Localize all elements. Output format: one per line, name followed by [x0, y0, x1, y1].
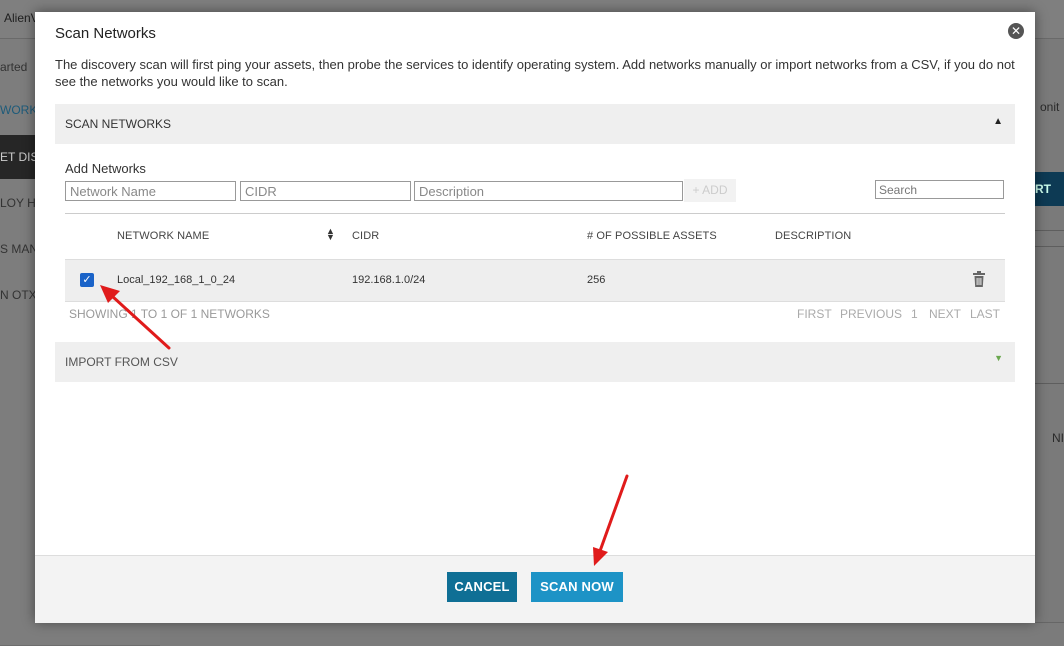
table-row[interactable]: ✓ Local_192_168_1_0_24 192.168.1.0/24 25…	[65, 259, 1005, 302]
background-divider	[1035, 246, 1064, 247]
scan-networks-dialog: Scan Networks ✕ The discovery scan will …	[35, 12, 1035, 623]
row-checkbox[interactable]: ✓	[80, 273, 94, 287]
pager-previous[interactable]: PREVIOUS	[840, 307, 902, 321]
cell-network-name: Local_192_168_1_0_24	[117, 274, 236, 286]
column-header-network-name[interactable]: NETWORK NAME	[117, 230, 209, 242]
background-heading-fragment: onit	[1040, 100, 1060, 114]
background-footer	[160, 622, 1064, 646]
dialog-footer: CANCEL SCAN NOW	[35, 555, 1035, 623]
app-brand: AlienV	[4, 11, 39, 25]
background-divider	[1035, 383, 1064, 384]
dialog-title: Scan Networks	[55, 25, 156, 42]
network-name-input[interactable]	[65, 181, 236, 201]
cell-cidr: 192.168.1.0/24	[352, 274, 426, 286]
dialog-intro-text: The discovery scan will first ping your …	[55, 57, 1015, 89]
section-label: IMPORT FROM CSV	[65, 355, 178, 369]
pager-first[interactable]: FIRST	[797, 307, 832, 321]
pager-last[interactable]: LAST	[970, 307, 1000, 321]
search-input[interactable]	[875, 180, 1004, 199]
pager-page-1[interactable]: 1	[911, 307, 918, 321]
background-column-fragment: NI	[1052, 431, 1064, 445]
close-icon[interactable]: ✕	[1008, 23, 1024, 39]
column-header-description[interactable]: DESCRIPTION	[775, 230, 851, 242]
caret-down-icon: ▼	[994, 353, 1003, 363]
column-header-cidr[interactable]: CIDR	[352, 230, 379, 242]
pagination-summary: SHOWING 1 TO 1 OF 1 NETWORKS	[69, 307, 270, 321]
background-action-button[interactable]: RT FR	[1035, 172, 1064, 206]
caret-up-icon: ▲	[993, 116, 1003, 127]
description-input[interactable]	[414, 181, 683, 201]
add-networks-label: Add Networks	[65, 161, 146, 176]
add-network-button[interactable]: + ADD	[684, 179, 736, 202]
table-top-divider	[65, 213, 1005, 214]
sort-icon[interactable]: ▲ ▼	[326, 227, 335, 242]
import-csv-section-header[interactable]: IMPORT FROM CSV ▼	[55, 342, 1015, 382]
trash-icon[interactable]	[973, 271, 985, 287]
cancel-button[interactable]: CANCEL	[447, 572, 517, 602]
cidr-input[interactable]	[240, 181, 411, 201]
section-label: SCAN NETWORKS	[65, 117, 172, 131]
scan-now-button[interactable]: SCAN NOW	[531, 572, 623, 602]
cell-possible-assets: 256	[587, 274, 606, 286]
pager-next[interactable]: NEXT	[929, 307, 961, 321]
background-divider	[1035, 230, 1064, 231]
column-header-possible-assets[interactable]: # OF POSSIBLE ASSETS	[587, 230, 717, 242]
scan-networks-section-header[interactable]: SCAN NETWORKS ▲	[55, 104, 1015, 144]
